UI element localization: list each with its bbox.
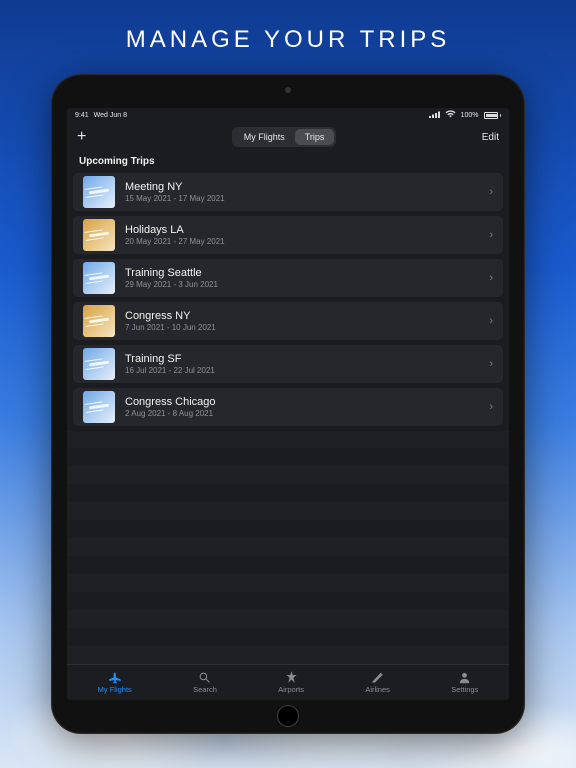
ipad-frame: 9:41 Wed Jun 8 100% + (51, 74, 525, 734)
battery-pct: 100% (461, 112, 479, 119)
status-date: Wed Jun 8 (94, 112, 127, 119)
trip-thumbnail (83, 262, 115, 294)
tab-airlines[interactable]: Airlines (365, 671, 390, 694)
app-screen: 9:41 Wed Jun 8 100% + (67, 108, 509, 700)
trip-row[interactable]: Holidays LA 20 May 2021 - 27 May 2021 › (73, 216, 503, 254)
trips-list: Meeting NY 15 May 2021 - 17 May 2021 › H… (67, 173, 509, 431)
segment-my-flights[interactable]: My Flights (234, 129, 295, 145)
plane-icon (108, 671, 121, 684)
trip-row[interactable]: Meeting NY 15 May 2021 - 17 May 2021 › (73, 173, 503, 211)
chevron-right-icon: › (489, 186, 493, 198)
trip-title: Training SF (125, 353, 215, 366)
chevron-right-icon: › (489, 401, 493, 413)
chevron-right-icon: › (489, 229, 493, 241)
trip-title: Holidays LA (125, 224, 225, 237)
tab-airports[interactable]: Airports (278, 671, 304, 694)
settings-icon (458, 671, 471, 684)
trip-thumbnail (83, 305, 115, 337)
tab-settings[interactable]: Settings (451, 671, 478, 694)
home-button[interactable] (277, 705, 299, 727)
trip-thumbnail (83, 348, 115, 380)
trip-thumbnail (83, 391, 115, 423)
trip-title: Training Seattle (125, 267, 218, 280)
trip-dates: 16 Jul 2021 - 22 Jul 2021 (125, 366, 215, 375)
trip-dates: 2 Aug 2021 - 8 Aug 2021 (125, 409, 216, 418)
trip-title: Congress Chicago (125, 396, 216, 409)
nav-bar: + My Flights Trips Edit (67, 122, 509, 152)
search-icon (198, 671, 211, 684)
trip-title: Congress NY (125, 310, 216, 323)
trip-dates: 15 May 2021 - 17 May 2021 (125, 194, 225, 203)
add-button[interactable]: + (77, 128, 86, 146)
trip-dates: 20 May 2021 - 27 May 2021 (125, 237, 225, 246)
status-bar: 9:41 Wed Jun 8 100% (67, 108, 509, 122)
trip-thumbnail (83, 176, 115, 208)
status-time: 9:41 (75, 112, 89, 119)
trip-dates: 29 May 2021 - 3 Jun 2021 (125, 280, 218, 289)
trip-row[interactable]: Training SF 16 Jul 2021 - 22 Jul 2021 › (73, 345, 503, 383)
chevron-right-icon: › (489, 358, 493, 370)
tab-label: My Flights (98, 685, 132, 694)
hero-title: MANAGE YOUR TRIPS (126, 26, 451, 54)
section-title: Upcoming Trips (67, 152, 509, 173)
trip-title: Meeting NY (125, 181, 225, 194)
airline-icon (371, 671, 384, 684)
tab-search[interactable]: Search (193, 671, 217, 694)
wifi-icon (445, 110, 456, 120)
tab-label: Settings (451, 685, 478, 694)
tab-my-flights[interactable]: My Flights (98, 671, 132, 694)
chevron-right-icon: › (489, 272, 493, 284)
edit-button[interactable]: Edit (482, 132, 499, 143)
segment-trips[interactable]: Trips (295, 129, 335, 145)
tab-label: Search (193, 685, 217, 694)
trip-dates: 7 Jun 2021 - 10 Jun 2021 (125, 323, 216, 332)
signal-icon (429, 111, 440, 120)
view-segmented-control: My Flights Trips (232, 127, 337, 147)
chevron-right-icon: › (489, 315, 493, 327)
tab-label: Airlines (365, 685, 390, 694)
tab-label: Airports (278, 685, 304, 694)
trip-row[interactable]: Congress NY 7 Jun 2021 - 10 Jun 2021 › (73, 302, 503, 340)
airport-icon (285, 671, 298, 684)
page-background: MANAGE YOUR TRIPS 9:41 Wed Jun 8 100% (0, 0, 576, 768)
battery-icon (484, 112, 502, 119)
tab-bar: My Flights Search Airports Airlines Sett… (67, 664, 509, 700)
content-empty-area (67, 431, 509, 664)
trip-row[interactable]: Training Seattle 29 May 2021 - 3 Jun 202… (73, 259, 503, 297)
trip-row[interactable]: Congress Chicago 2 Aug 2021 - 8 Aug 2021… (73, 388, 503, 426)
trip-thumbnail (83, 219, 115, 251)
